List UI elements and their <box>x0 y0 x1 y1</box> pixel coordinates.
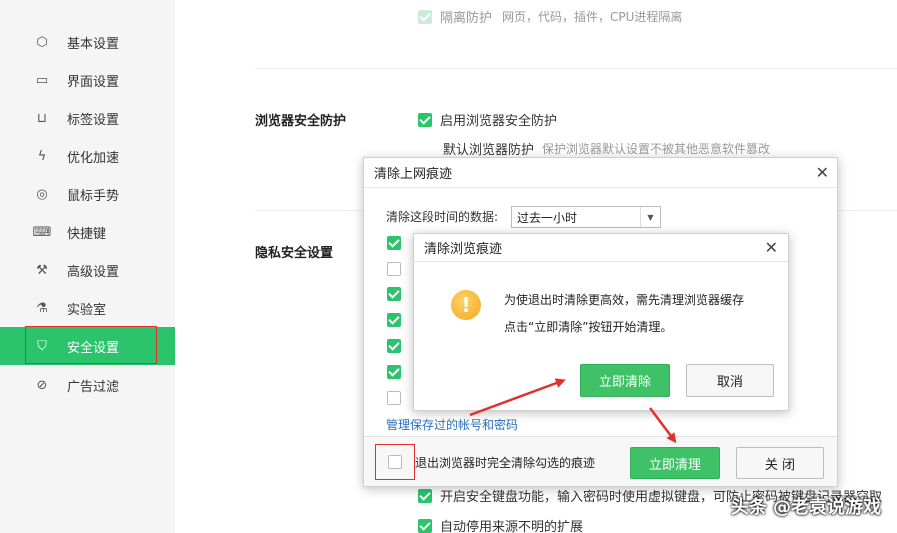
watermark: 头条 @老袁说游戏 <box>730 497 881 518</box>
arrow-to-clear <box>649 407 677 444</box>
annotation-arrows <box>469 378 677 444</box>
arrow-to-confirm <box>469 378 566 417</box>
